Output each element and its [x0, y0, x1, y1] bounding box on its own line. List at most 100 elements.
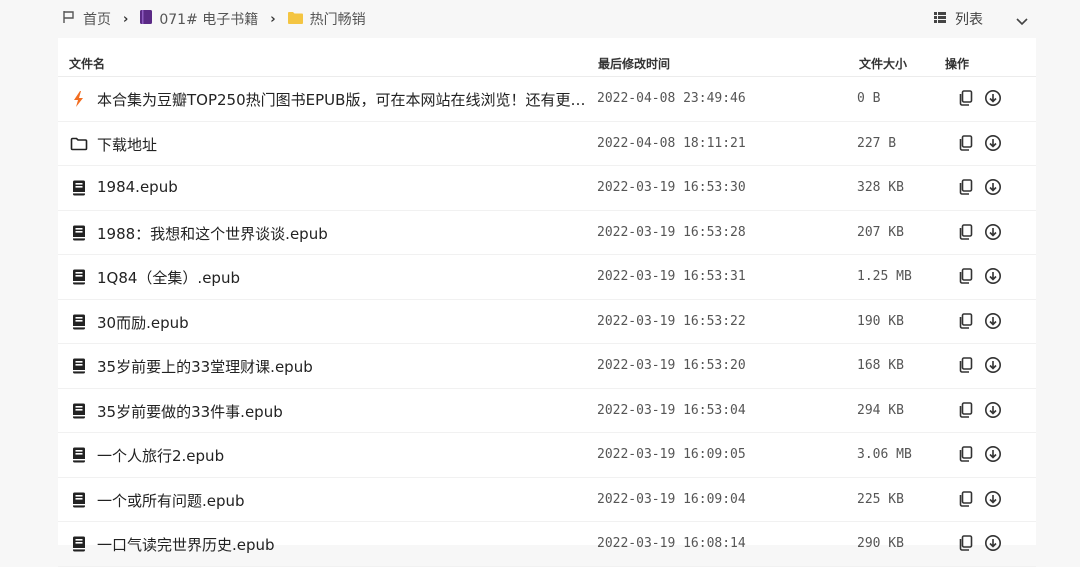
download-icon[interactable] — [984, 401, 1002, 419]
file-size: 190 KB — [857, 313, 904, 329]
file-size: 227 B — [857, 135, 897, 151]
table-row[interactable]: 1988：我想和这个世界谈谈.epub 2022-03-19 16:53:28 20… — [58, 211, 1036, 255]
book-icon — [70, 447, 88, 463]
table-row[interactable]: 1Q84（全集）.epub 2022-03-19 16:53:31 1.25 MB — [58, 255, 1036, 300]
table-header: 文件名 最后修改时间 文件大小 操作 — [58, 48, 1036, 77]
copy-link-icon[interactable] — [957, 534, 975, 552]
modified-time: 2022-03-19 16:53:04 — [597, 402, 746, 418]
file-name[interactable]: 1988：我想和这个世界谈谈.epub — [97, 223, 587, 244]
file-name[interactable]: 一个或所有问题.epub — [97, 490, 587, 511]
download-icon[interactable] — [984, 445, 1002, 463]
book-icon — [70, 180, 88, 196]
view-toggle-button[interactable]: 列表 — [934, 9, 983, 29]
breadcrumb-label: 热门畅销 — [309, 12, 366, 28]
modified-time: 2022-03-19 16:09:04 — [597, 491, 746, 507]
file-browser-panel: 首页 › 071# 电子书籍 › 热门畅销 列表 文件名 最后修改时间 文件大小… — [58, 0, 1036, 567]
file-list: 本合集为豆瓣TOP250热门图书EPUB版，可在本网站在线浏览！还有更多： 202… — [58, 77, 1036, 567]
download-icon[interactable] — [984, 178, 1002, 196]
breadcrumb-home[interactable]: 首页 — [62, 9, 111, 29]
modified-time: 2022-03-19 16:53:30 — [597, 180, 746, 195]
list-icon — [934, 11, 946, 27]
book-icon — [70, 269, 88, 285]
folder-outline-icon — [70, 136, 88, 152]
breadcrumb-separator: › — [123, 11, 129, 27]
file-name[interactable]: 一个人旅行2.epub — [97, 445, 587, 466]
file-size: 0 B — [857, 91, 881, 106]
download-icon[interactable] — [984, 312, 1002, 330]
modified-time: 2022-03-19 16:53:28 — [597, 224, 746, 240]
book-icon — [70, 314, 88, 330]
lightning-icon — [70, 91, 88, 107]
file-size: 207 KB — [857, 224, 904, 240]
download-icon[interactable] — [984, 134, 1002, 152]
download-icon[interactable] — [984, 534, 1002, 552]
file-size: 3.06 MB — [857, 447, 912, 462]
copy-link-icon[interactable] — [957, 356, 975, 374]
copy-link-icon[interactable] — [957, 401, 975, 419]
modified-time: 2022-03-19 16:53:20 — [597, 358, 746, 373]
copy-link-icon[interactable] — [957, 267, 975, 285]
table-row[interactable]: 35岁前要做的33件事.epub 2022-03-19 16:53:04 294 K… — [58, 389, 1036, 433]
table-row[interactable]: 1984.epub 2022-03-19 16:53:30 328 KB — [58, 166, 1036, 211]
copy-link-icon[interactable] — [957, 490, 975, 508]
folder-icon — [287, 11, 303, 28]
book-folder-icon — [140, 10, 153, 28]
modified-time: 2022-03-19 16:08:14 — [597, 536, 746, 551]
top-bar: 首页 › 071# 电子书籍 › 热门畅销 列表 — [58, 0, 1036, 38]
file-name[interactable]: 30而励.epub — [97, 312, 587, 333]
file-size: 168 KB — [857, 358, 904, 373]
copy-link-icon[interactable] — [957, 178, 975, 196]
copy-link-icon[interactable] — [957, 134, 975, 152]
file-name[interactable]: 35岁前要做的33件事.epub — [97, 401, 587, 422]
file-name[interactable]: 1984.epub — [97, 178, 587, 196]
table-row[interactable]: 一个人旅行2.epub 2022-03-19 16:09:05 3.06 MB — [58, 433, 1036, 478]
file-name[interactable]: 下载地址 — [97, 134, 587, 155]
file-name[interactable]: 1Q84（全集）.epub — [97, 267, 587, 288]
breadcrumb-label: 071# 电子书籍 — [159, 12, 259, 28]
file-size: 294 KB — [857, 402, 904, 418]
column-header-modified[interactable]: 最后修改时间 — [598, 55, 670, 72]
book-icon — [70, 492, 88, 508]
file-size: 328 KB — [857, 180, 904, 195]
view-toggle-label: 列表 — [955, 12, 983, 28]
breadcrumb-bestsellers[interactable]: 热门畅销 — [287, 9, 366, 29]
copy-link-icon[interactable] — [957, 89, 975, 107]
breadcrumb-ebooks[interactable]: 071# 电子书籍 — [140, 9, 258, 29]
file-name[interactable]: 35岁前要上的33堂理财课.epub — [97, 356, 587, 377]
file-size: 1.25 MB — [857, 269, 912, 284]
breadcrumb: 首页 › 071# 电子书籍 › 热门畅销 — [62, 9, 366, 29]
modified-time: 2022-03-19 16:53:31 — [597, 269, 746, 284]
download-icon[interactable] — [984, 356, 1002, 374]
book-icon — [70, 536, 88, 552]
table-row[interactable]: 35岁前要上的33堂理财课.epub 2022-03-19 16:53:20 168… — [58, 344, 1036, 389]
modified-time: 2022-04-08 23:49:46 — [597, 91, 746, 106]
copy-link-icon[interactable] — [957, 312, 975, 330]
table-row[interactable]: 一个或所有问题.epub 2022-03-19 16:09:04 225 KB — [58, 478, 1036, 522]
download-icon[interactable] — [984, 267, 1002, 285]
modified-time: 2022-03-19 16:09:05 — [597, 447, 746, 462]
copy-link-icon[interactable] — [957, 223, 975, 241]
table-row[interactable]: 下载地址 2022-04-08 18:11:21 227 B — [58, 122, 1036, 166]
modified-time: 2022-03-19 16:53:22 — [597, 313, 746, 329]
book-icon — [70, 403, 88, 419]
book-icon — [70, 225, 88, 241]
breadcrumb-separator: › — [270, 11, 276, 27]
download-icon[interactable] — [984, 223, 1002, 241]
column-header-size[interactable]: 文件大小 — [859, 55, 907, 72]
book-icon — [70, 358, 88, 374]
download-icon[interactable] — [984, 490, 1002, 508]
modified-time: 2022-04-08 18:11:21 — [597, 135, 746, 151]
file-name[interactable]: 本合集为豆瓣TOP250热门图书EPUB版，可在本网站在线浏览！还有更多： — [97, 89, 587, 110]
copy-link-icon[interactable] — [957, 445, 975, 463]
table-row[interactable]: 一口气读完世界历史.epub 2022-03-19 16:08:14 290 KB — [58, 522, 1036, 567]
download-icon[interactable] — [984, 89, 1002, 107]
column-header-actions: 操作 — [945, 57, 970, 71]
table-row[interactable]: 30而励.epub 2022-03-19 16:53:22 190 KB — [58, 300, 1036, 344]
file-size: 225 KB — [857, 491, 904, 507]
breadcrumb-label: 首页 — [83, 12, 111, 28]
chevron-down-icon[interactable] — [1016, 11, 1028, 30]
table-row[interactable]: 本合集为豆瓣TOP250热门图书EPUB版，可在本网站在线浏览！还有更多： 202… — [58, 77, 1036, 122]
home-flag-icon — [62, 10, 76, 28]
column-header-name[interactable]: 文件名 — [69, 55, 105, 72]
file-size: 290 KB — [857, 536, 904, 551]
